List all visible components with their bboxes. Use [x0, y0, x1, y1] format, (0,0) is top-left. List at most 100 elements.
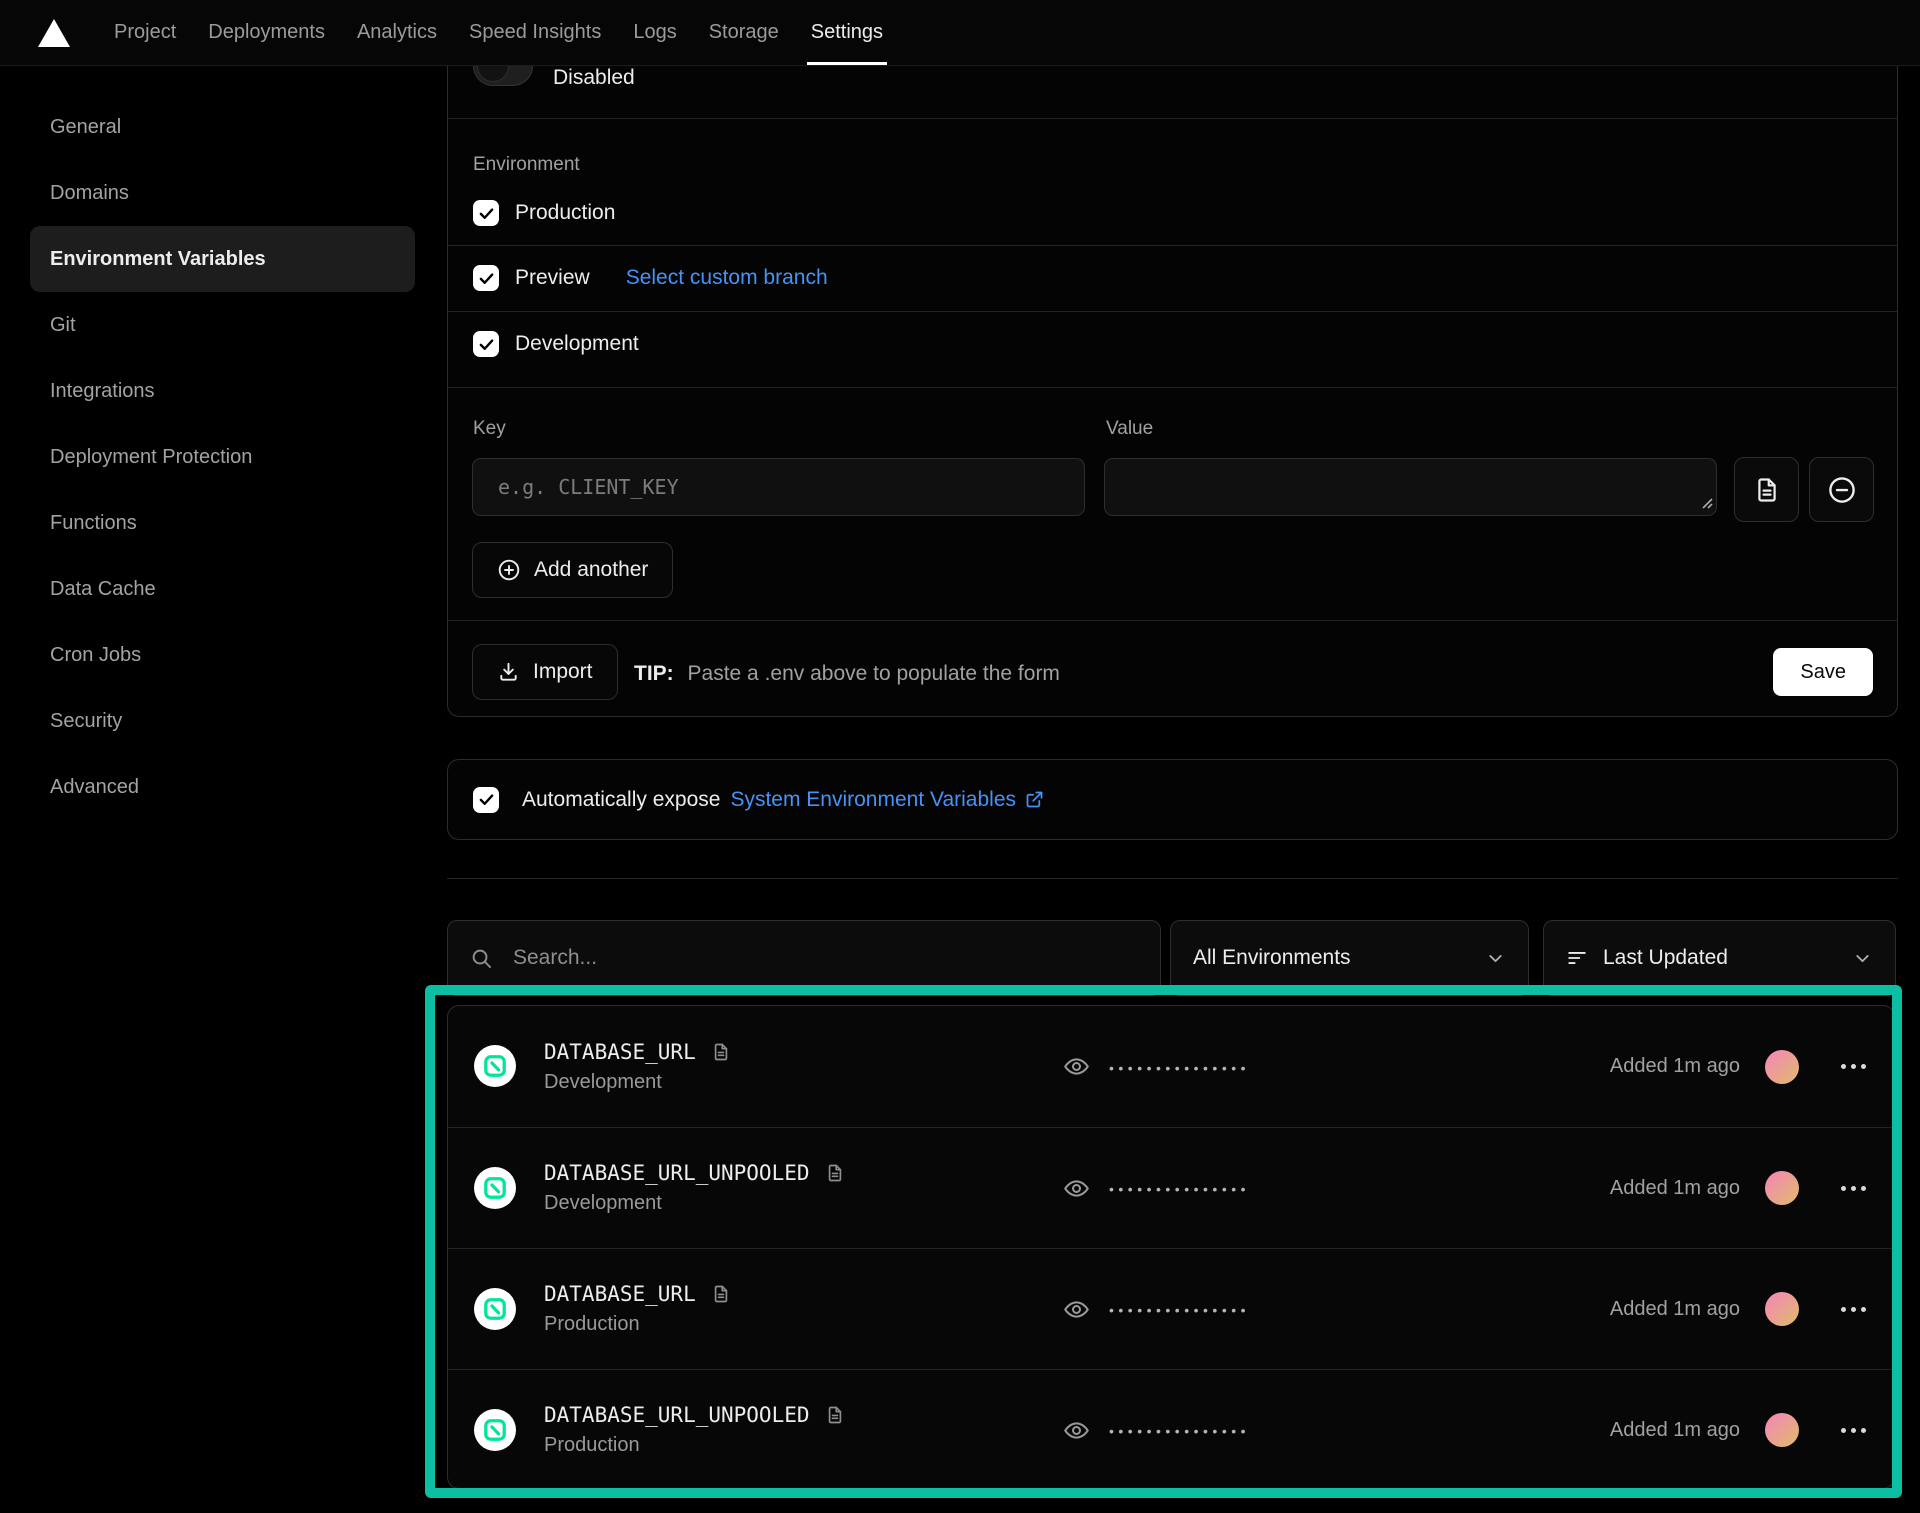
env-var-row[interactable]: DATABASE_URL Development •••••••••••••••… [448, 1006, 1894, 1127]
preview-checkbox[interactable] [473, 265, 499, 291]
var-name: DATABASE_URL [544, 1040, 696, 1064]
eye-icon[interactable] [1063, 1417, 1090, 1444]
key-input[interactable] [472, 458, 1085, 516]
expose-system-env-card: Automatically expose System Environment … [447, 759, 1898, 840]
sidebar-item-git[interactable]: Git [30, 292, 415, 358]
var-name: DATABASE_URL_UNPOOLED [544, 1403, 810, 1427]
toggle-label: Disabled [553, 66, 635, 90]
sidebar-item-integrations[interactable]: Integrations [30, 358, 415, 424]
tab-analytics[interactable]: Analytics [341, 0, 453, 65]
minus-circle-icon [1827, 475, 1857, 505]
note-icon[interactable] [711, 1284, 731, 1304]
user-avatar [1765, 1413, 1799, 1447]
search-icon [470, 947, 493, 970]
check-icon [478, 205, 495, 222]
divider [448, 118, 1897, 119]
search-input[interactable] [513, 946, 1073, 970]
row-menu-button[interactable] [1839, 1180, 1868, 1197]
expose-checkbox[interactable] [473, 787, 499, 813]
sidebar-item-deployment-protection[interactable]: Deployment Protection [30, 424, 415, 490]
note-icon[interactable] [711, 1042, 731, 1062]
key-label: Key [473, 418, 506, 440]
masked-value: ••••••••••••••• [1109, 1058, 1250, 1076]
document-icon [1753, 476, 1781, 504]
var-environment: Development [544, 1192, 845, 1215]
import-label: Import [533, 660, 593, 684]
sort-value: Last Updated [1603, 946, 1728, 970]
tab-speed-insights[interactable]: Speed Insights [453, 0, 617, 65]
remove-row-button[interactable] [1809, 457, 1874, 522]
env-row-preview: Preview Select custom branch [473, 265, 828, 291]
check-icon [478, 270, 495, 287]
select-custom-branch-link[interactable]: Select custom branch [626, 266, 828, 290]
sidebar-item-cron-jobs[interactable]: Cron Jobs [30, 622, 415, 688]
value-label: Value [1106, 418, 1153, 440]
save-button[interactable]: Save [1773, 648, 1873, 696]
note-icon[interactable] [825, 1405, 845, 1425]
development-checkbox[interactable] [473, 331, 499, 357]
sidebar-item-domains[interactable]: Domains [30, 160, 415, 226]
tab-settings[interactable]: Settings [795, 0, 899, 65]
divider [448, 620, 1897, 621]
eye-icon[interactable] [1063, 1175, 1090, 1202]
chevron-down-icon [1852, 948, 1873, 969]
paste-env-button[interactable] [1734, 457, 1799, 522]
env-var-row[interactable]: DATABASE_URL_UNPOOLED Production •••••••… [448, 1369, 1894, 1489]
env-var-row[interactable]: DATABASE_URL Production ••••••••••••••• … [448, 1248, 1894, 1369]
sidebar-item-functions[interactable]: Functions [30, 490, 415, 556]
row-meta: Added 1m ago [1610, 1370, 1868, 1489]
eye-icon[interactable] [1063, 1296, 1090, 1323]
env-row-production: Production [473, 200, 615, 226]
vercel-logo-icon[interactable] [38, 19, 70, 47]
sidebar-item-data-cache[interactable]: Data Cache [30, 556, 415, 622]
add-another-button[interactable]: Add another [472, 542, 673, 598]
neon-integration-icon [474, 1409, 516, 1451]
system-env-vars-link[interactable]: System Environment Variables [730, 788, 1045, 812]
secret-value: ••••••••••••••• [1063, 1249, 1250, 1369]
var-environment: Production [544, 1313, 731, 1336]
masked-value: ••••••••••••••• [1109, 1179, 1250, 1197]
tab-deployments[interactable]: Deployments [192, 0, 341, 65]
env-var-row[interactable]: DATABASE_URL_UNPOOLED Development ••••••… [448, 1127, 1894, 1248]
user-avatar [1765, 1050, 1799, 1084]
added-timestamp: Added 1m ago [1610, 1298, 1740, 1321]
var-name: DATABASE_URL_UNPOOLED [544, 1161, 810, 1185]
row-menu-button[interactable] [1839, 1301, 1868, 1318]
env-row-development: Development [473, 331, 639, 357]
masked-value: ••••••••••••••• [1109, 1300, 1250, 1318]
sort-dropdown[interactable]: Last Updated [1543, 920, 1896, 996]
new-env-var-card: Disabled Environment Production Preview … [447, 66, 1898, 717]
sort-icon [1566, 947, 1588, 969]
sidebar-item-environment-variables[interactable]: Environment Variables [30, 226, 415, 292]
tab-project[interactable]: Project [98, 0, 192, 65]
chevron-down-icon [1485, 948, 1506, 969]
tab-logs[interactable]: Logs [617, 0, 692, 65]
eye-icon[interactable] [1063, 1053, 1090, 1080]
secret-value: ••••••••••••••• [1063, 1370, 1250, 1489]
sidebar-item-general[interactable]: General [30, 94, 415, 160]
sidebar-item-security[interactable]: Security [30, 688, 415, 754]
tip-text: Paste a .env above to populate the form [688, 662, 1060, 685]
row-menu-button[interactable] [1839, 1058, 1868, 1075]
environments-filter-dropdown[interactable]: All Environments [1170, 920, 1529, 996]
note-icon[interactable] [825, 1163, 845, 1183]
import-button[interactable]: Import [472, 644, 618, 700]
production-checkbox[interactable] [473, 200, 499, 226]
var-environment: Production [544, 1434, 845, 1457]
row-meta: Added 1m ago [1610, 1006, 1868, 1127]
tab-storage[interactable]: Storage [693, 0, 795, 65]
production-label: Production [515, 201, 615, 225]
add-another-label: Add another [534, 558, 648, 582]
sidebar-item-advanced[interactable]: Advanced [30, 754, 415, 820]
row-meta: Added 1m ago [1610, 1128, 1868, 1248]
settings-sidebar: General Domains Environment Variables Gi… [30, 66, 415, 820]
expose-label: Automatically expose [522, 788, 720, 812]
value-textarea[interactable] [1104, 458, 1717, 516]
system-env-vars-link-label: System Environment Variables [730, 788, 1016, 812]
top-nav: Project Deployments Analytics Speed Insi… [0, 0, 1920, 66]
row-menu-button[interactable] [1839, 1422, 1868, 1439]
neon-logo-icon [482, 1296, 508, 1322]
var-environment: Development [544, 1071, 731, 1094]
added-timestamp: Added 1m ago [1610, 1055, 1740, 1078]
var-info: DATABASE_URL Development [544, 1040, 731, 1094]
